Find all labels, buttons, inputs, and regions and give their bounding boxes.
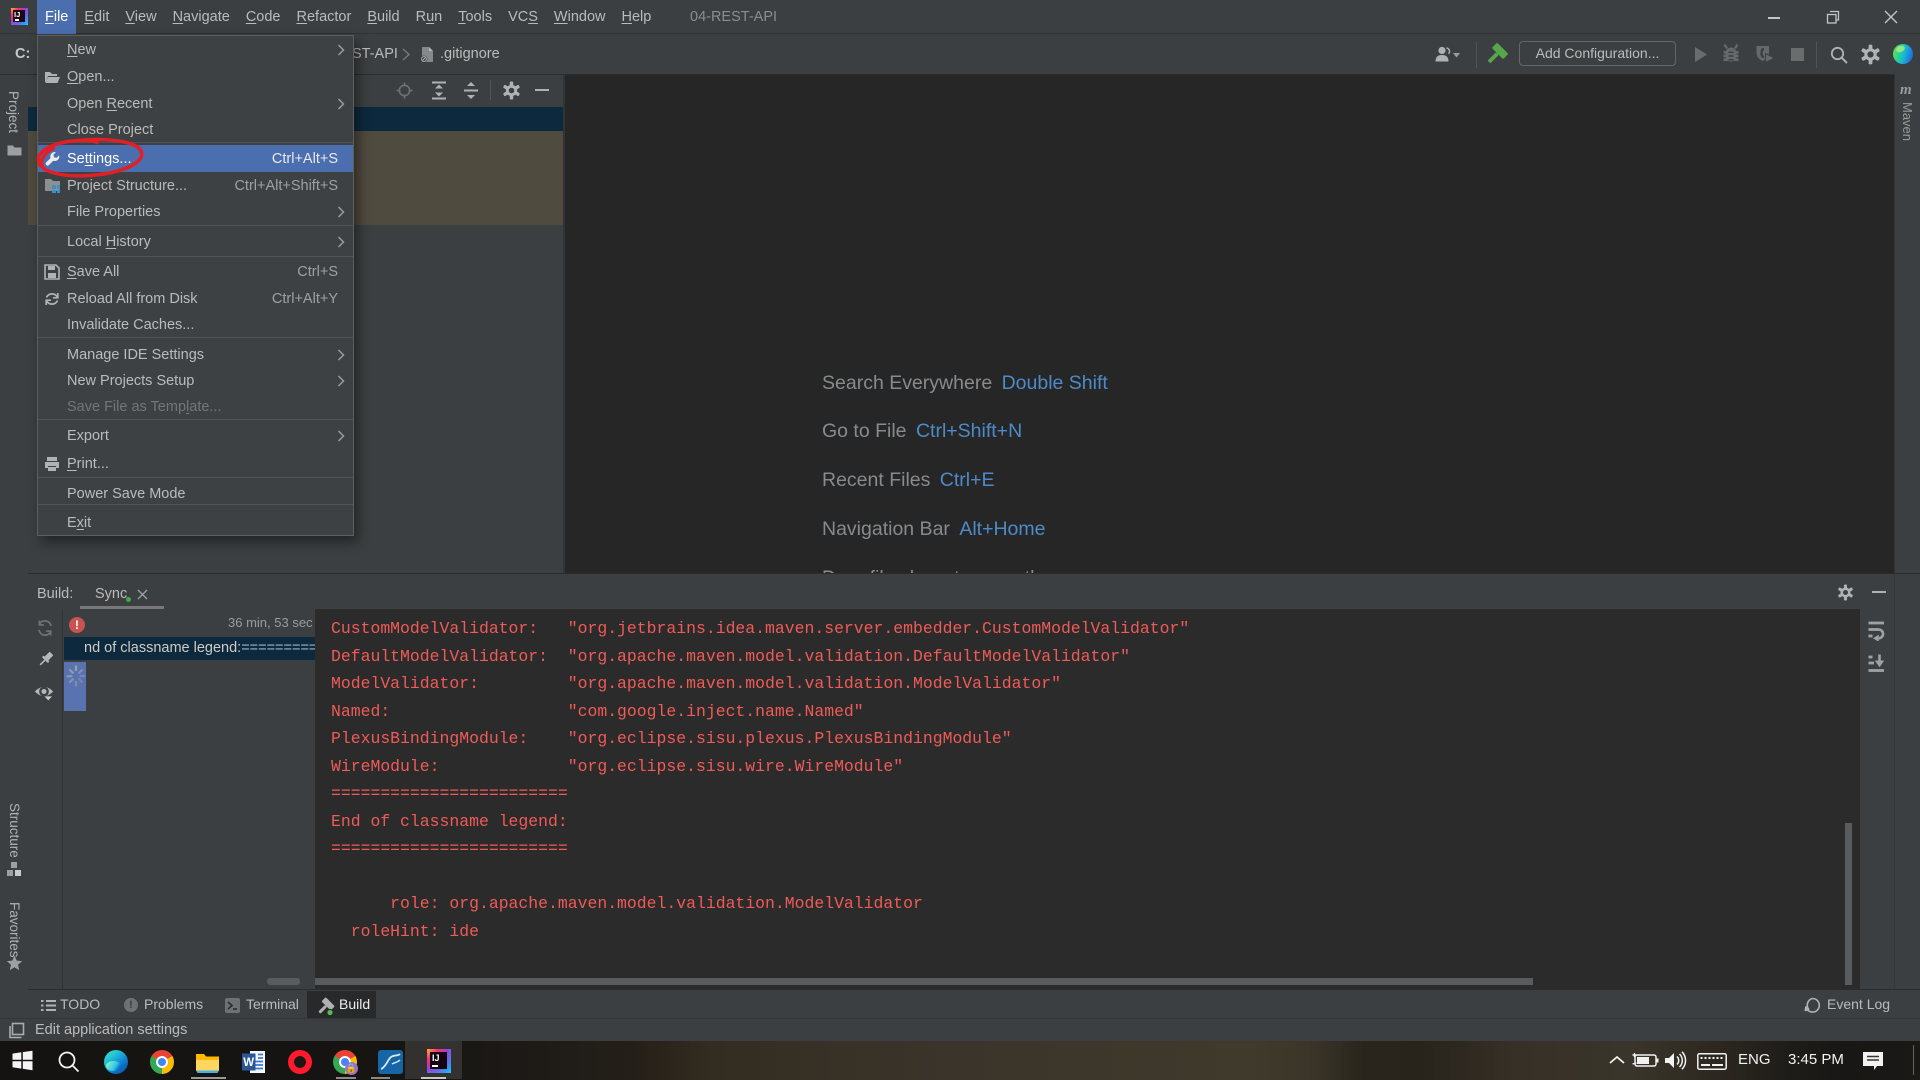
svg-text:W: W: [243, 1057, 254, 1069]
